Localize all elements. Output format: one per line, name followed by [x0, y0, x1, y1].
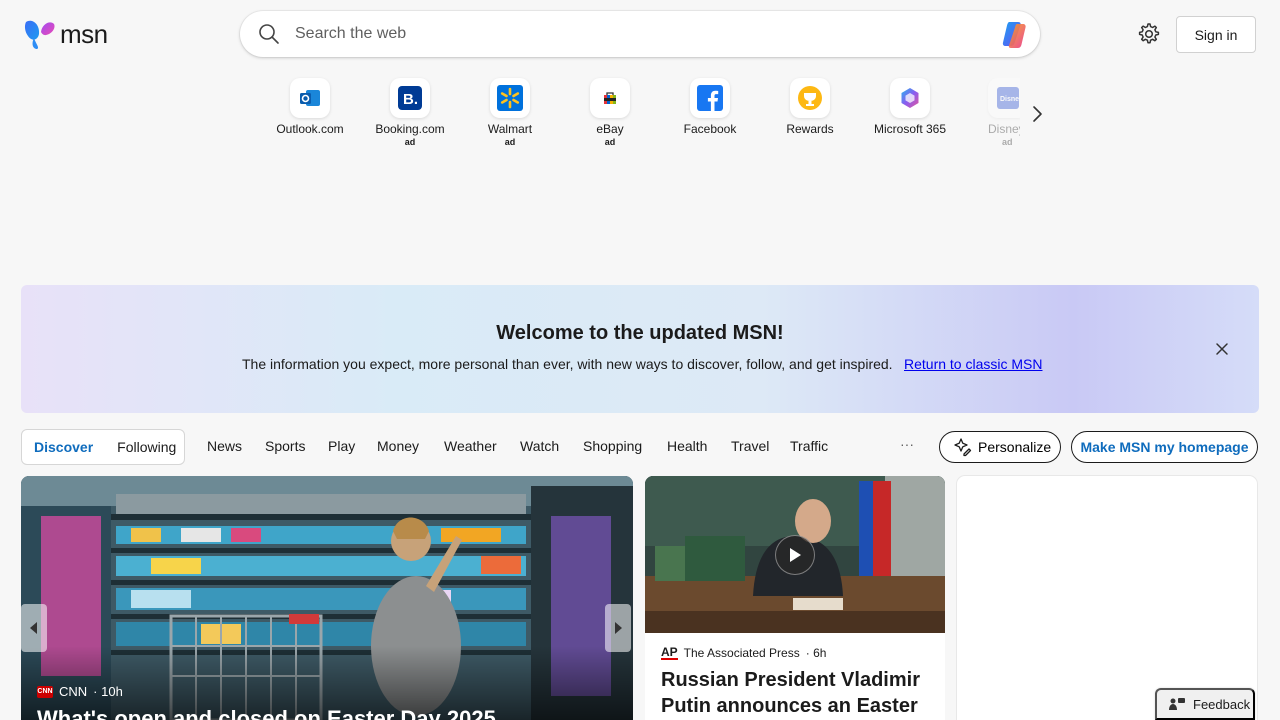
quick-link-facebook[interactable]: Facebook [660, 78, 760, 147]
more-menu-button[interactable]: ··· [900, 436, 914, 452]
quick-link-walmart[interactable]: Walmart ad [460, 78, 560, 147]
ad-label: ad [1002, 137, 1013, 147]
search-icon [259, 24, 279, 44]
carousel-next-button[interactable] [605, 604, 631, 652]
tab-discover[interactable]: Discover [22, 439, 105, 455]
quick-link-microsoft365[interactable]: Microsoft 365 [860, 78, 960, 147]
news-card-source: AP The Associated Press · 6h [661, 646, 826, 660]
banner-title: Welcome to the updated MSN! [496, 322, 784, 344]
timestamp: · 10h [93, 684, 123, 699]
tab-following[interactable]: Following [105, 439, 188, 455]
quick-link-disney[interactable]: Disney Disney ad [960, 78, 1020, 147]
svg-text:Disney: Disney [1000, 96, 1019, 103]
feedback-label: Feedback [1193, 696, 1251, 712]
feedback-button[interactable]: Feedback [1155, 688, 1255, 720]
quick-link-rewards[interactable]: Rewards [760, 78, 860, 147]
ap-logo: AP [661, 644, 678, 660]
news-card-title[interactable]: Russian President Vladimir Putin announc… [661, 667, 931, 719]
carousel-prev-button[interactable] [21, 604, 47, 652]
nav-weather[interactable]: Weather [444, 438, 497, 454]
ad-label: ad [604, 137, 616, 147]
sign-in-button[interactable]: Sign in [1176, 16, 1256, 53]
msn-logo[interactable]: msn [24, 18, 108, 50]
feedback-icon [1169, 698, 1185, 710]
source-name: The Associated Press [683, 646, 800, 660]
nav-shopping[interactable]: Shopping [583, 438, 642, 454]
rewards-icon [790, 78, 830, 118]
quick-link-ebay[interactable]: eBay ad [560, 78, 660, 147]
make-homepage-button[interactable]: Make MSN my homepage [1071, 431, 1258, 463]
disney-icon: Disney [988, 78, 1020, 118]
nav-traffic[interactable]: Traffic [790, 438, 828, 454]
svg-text:B.: B. [403, 91, 418, 108]
quick-link-outlook[interactable]: Outlook.com [260, 78, 360, 147]
play-button[interactable] [775, 535, 815, 575]
ebay-icon [590, 78, 630, 118]
hero-card[interactable]: CNN CNN · 10h What's open and closed on … [21, 476, 633, 720]
facebook-icon [690, 78, 730, 118]
quick-link-label: Outlook.com [276, 122, 344, 136]
welcome-banner: Welcome to the updated MSN! The informat… [21, 285, 1259, 413]
walmart-icon [490, 78, 530, 118]
nav-watch[interactable]: Watch [520, 438, 559, 454]
chevron-right-icon[interactable] [1028, 104, 1048, 124]
nav-travel[interactable]: Travel [731, 438, 769, 454]
news-card-image [645, 476, 945, 633]
nav-money[interactable]: Money [377, 438, 419, 454]
chevron-left-icon [30, 622, 37, 634]
quick-link-label: Walmart [487, 122, 533, 136]
quick-link-label: Microsoft 365 [873, 122, 947, 136]
personalize-button[interactable]: Personalize [939, 431, 1061, 463]
nav-play[interactable]: Play [328, 438, 355, 454]
settings-gear-icon[interactable] [1135, 21, 1161, 47]
quick-link-booking[interactable]: B. Booking.com ad [360, 78, 460, 147]
search-bar [240, 11, 1040, 57]
microsoft365-icon [890, 78, 930, 118]
copilot-icon[interactable] [1000, 18, 1032, 50]
sparkle-pencil-icon [954, 438, 972, 457]
return-to-classic-link[interactable]: Return to classic MSN [904, 356, 1042, 372]
msn-butterfly-icon [24, 20, 55, 49]
chevron-right-icon [615, 622, 622, 634]
ad-label: ad [404, 137, 416, 147]
quick-link-label: Facebook [683, 122, 737, 136]
timestamp: · 6h [805, 646, 827, 660]
empty-card [957, 476, 1257, 720]
personalize-label: Personalize [978, 439, 1052, 455]
outlook-icon [290, 78, 330, 118]
feed-toggle: Discover Following [21, 429, 185, 465]
search-input[interactable] [295, 11, 975, 57]
play-icon [790, 548, 801, 562]
source-name: CNN [59, 684, 88, 699]
nav-sports[interactable]: Sports [265, 438, 305, 454]
close-icon[interactable] [1215, 342, 1229, 356]
quick-link-label: eBay [596, 122, 624, 136]
quick-link-label: Disney [988, 122, 1020, 136]
nav-news[interactable]: News [207, 438, 242, 454]
ad-label: ad [504, 137, 516, 147]
quick-link-label: Rewards [786, 122, 834, 136]
hero-title[interactable]: What's open and closed on Easter Day 202… [37, 706, 496, 720]
cnn-logo: CNN [37, 685, 53, 698]
banner-text: The information you expect, more persona… [242, 356, 893, 372]
booking-icon: B. [390, 78, 430, 118]
quick-link-label: Booking.com [375, 122, 445, 136]
hero-source: CNN CNN · 10h [37, 684, 123, 699]
nav-health[interactable]: Health [667, 438, 707, 454]
quick-links: Outlook.com B. Booking.com ad Walmart ad… [260, 78, 1020, 147]
news-card[interactable]: AP The Associated Press · 6h Russian Pre… [645, 476, 945, 720]
msn-logo-text: msn [60, 18, 108, 49]
